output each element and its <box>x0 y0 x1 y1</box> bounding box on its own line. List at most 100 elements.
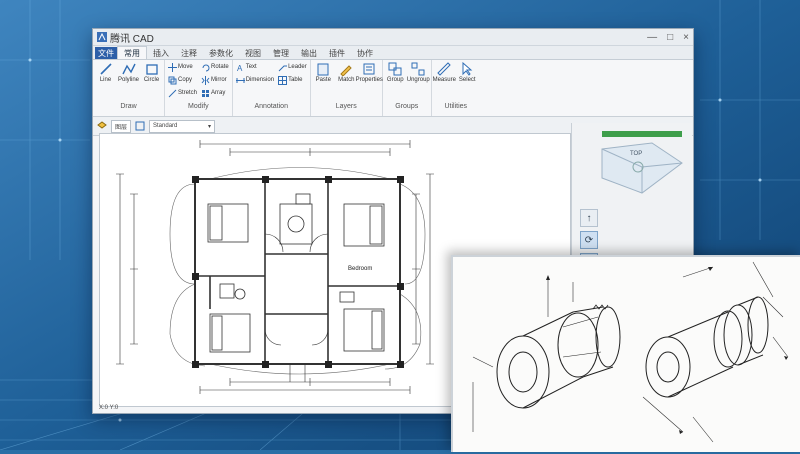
text-tool[interactable]: A Text <box>236 62 274 72</box>
properties-tool[interactable]: Properties <box>356 62 383 83</box>
group-annotation-label: Annotation <box>254 103 288 110</box>
minimize-button[interactable]: — <box>647 32 657 43</box>
coordinate-readout: X:0 Y:0 <box>99 405 119 411</box>
group-icon <box>388 62 402 76</box>
group-layers: Paste Match Properties Layers <box>311 60 383 116</box>
stretch-icon <box>168 89 177 97</box>
stretch-tool[interactable]: Stretch <box>168 88 197 98</box>
copy-label: Copy <box>178 77 193 83</box>
measure-tool[interactable]: Measure <box>433 62 456 83</box>
match-icon <box>340 65 352 76</box>
polyline-label: Polyline <box>118 77 140 83</box>
properties-label: Properties <box>355 77 383 83</box>
line-icon <box>99 63 112 75</box>
group-label: Group <box>386 77 404 83</box>
mechanical-sketch <box>451 255 800 452</box>
layer-dropdown[interactable]: 图层 <box>111 119 132 133</box>
tab-manage[interactable]: 管理 <box>267 47 295 59</box>
tab-insert[interactable]: 插入 <box>147 47 175 59</box>
circle-label: Circle <box>143 77 160 83</box>
polyline-icon <box>121 63 136 75</box>
text-label: Text <box>245 64 257 70</box>
copy-tool[interactable]: Copy <box>168 75 197 85</box>
paste-tool[interactable]: Paste <box>314 62 333 83</box>
view-cube[interactable]: TOP <box>572 123 692 203</box>
orbit-button[interactable]: ⟳ <box>580 231 598 249</box>
match-tool[interactable]: Match <box>337 62 356 83</box>
line-label: Line <box>99 77 112 83</box>
mirror-icon <box>201 75 210 85</box>
group-utilities-label: Utilities <box>444 103 468 110</box>
style-dropdown[interactable]: Standard ▾ <box>149 119 216 133</box>
tab-home[interactable]: 常用 <box>117 46 147 59</box>
table-tool[interactable]: Table <box>278 75 307 85</box>
table-label: Table <box>288 77 303 83</box>
leader-tool[interactable]: Leader <box>278 62 307 72</box>
array-tool[interactable]: Array <box>201 88 229 98</box>
svg-text:A: A <box>237 64 243 72</box>
tab-annotate[interactable]: 注释 <box>175 47 203 59</box>
paste-icon <box>317 63 329 76</box>
title-bar: 腾讯 CAD — □ × <box>93 29 693 46</box>
tab-collaborate[interactable]: 协作 <box>351 47 379 59</box>
group-groups: Group Ungroup Groups <box>383 60 432 116</box>
paste-label: Paste <box>315 77 331 83</box>
progress-strip <box>602 131 682 137</box>
ribbon: Line Polyline Circle Draw Move Copy Stre… <box>93 60 693 117</box>
stretch-label: Stretch <box>178 90 198 96</box>
ungroup-tool[interactable]: Ungroup <box>406 62 430 83</box>
array-label: Array <box>211 90 226 96</box>
group-tool[interactable]: Group <box>386 62 405 83</box>
file-tab[interactable]: 文件 <box>95 47 117 59</box>
move-icon <box>168 62 177 72</box>
copy-icon <box>168 76 177 84</box>
group-annotation: A Text Dimension Leader Table Annotation <box>233 60 311 116</box>
maximize-button[interactable]: □ <box>667 32 673 43</box>
tab-output[interactable]: 输出 <box>295 47 323 59</box>
layer-value: 图层 <box>115 124 128 131</box>
leader-icon <box>278 65 288 71</box>
line-tool[interactable]: Line <box>96 62 115 83</box>
chevron-down-icon: ▾ <box>208 123 212 130</box>
room-label: Bedroom <box>348 266 372 272</box>
select-label: Select <box>458 77 476 83</box>
group-layers-label: Layers <box>335 103 357 110</box>
shaft-sketch <box>472 261 789 443</box>
tab-view[interactable]: 视图 <box>239 47 267 59</box>
rotate-tool[interactable]: Rotate <box>201 62 229 72</box>
move-label: Move <box>178 64 193 70</box>
group-utilities: Measure Select Utilities <box>432 60 480 116</box>
style-value: Standard <box>153 123 178 129</box>
dimension-label: Dimension <box>245 77 275 83</box>
app-title: 腾讯 CAD <box>110 33 154 45</box>
tab-parametric[interactable]: 参数化 <box>203 47 239 59</box>
leader-label: Leader <box>288 64 307 70</box>
polyline-tool[interactable]: Polyline <box>118 62 140 83</box>
mirror-tool[interactable]: Mirror <box>201 75 229 85</box>
layer-icon <box>97 121 107 129</box>
arrow-up-icon: ↑ <box>586 212 592 224</box>
group-groups-label: Groups <box>395 103 419 110</box>
rotate-icon <box>202 64 210 71</box>
measure-icon <box>437 62 451 76</box>
ribbon-tabs: 文件 常用 插入 注释 参数化 视图 管理 输出 插件 协作 <box>93 46 693 60</box>
ungroup-label: Ungroup <box>406 77 430 83</box>
text-icon: A <box>237 64 243 72</box>
circle-icon <box>145 64 158 75</box>
circle-tool[interactable]: Circle <box>142 62 161 83</box>
dimension-icon <box>235 77 245 83</box>
tab-plugins[interactable]: 插件 <box>323 47 351 59</box>
select-tool[interactable]: Select <box>458 62 477 83</box>
match-label: Match <box>338 77 355 83</box>
properties-icon <box>363 63 375 75</box>
nav-up-button[interactable]: ↑ <box>580 209 598 227</box>
orbit-icon: ⟳ <box>584 234 594 246</box>
table-icon <box>278 75 288 85</box>
ungroup-icon <box>411 62 425 76</box>
close-button[interactable]: × <box>683 32 689 43</box>
app-logo-icon <box>97 32 107 42</box>
group-modify-label: Modify <box>188 103 209 110</box>
move-tool[interactable]: Move <box>168 62 197 72</box>
cursor-icon <box>462 62 473 76</box>
dimension-tool[interactable]: Dimension <box>235 75 275 85</box>
